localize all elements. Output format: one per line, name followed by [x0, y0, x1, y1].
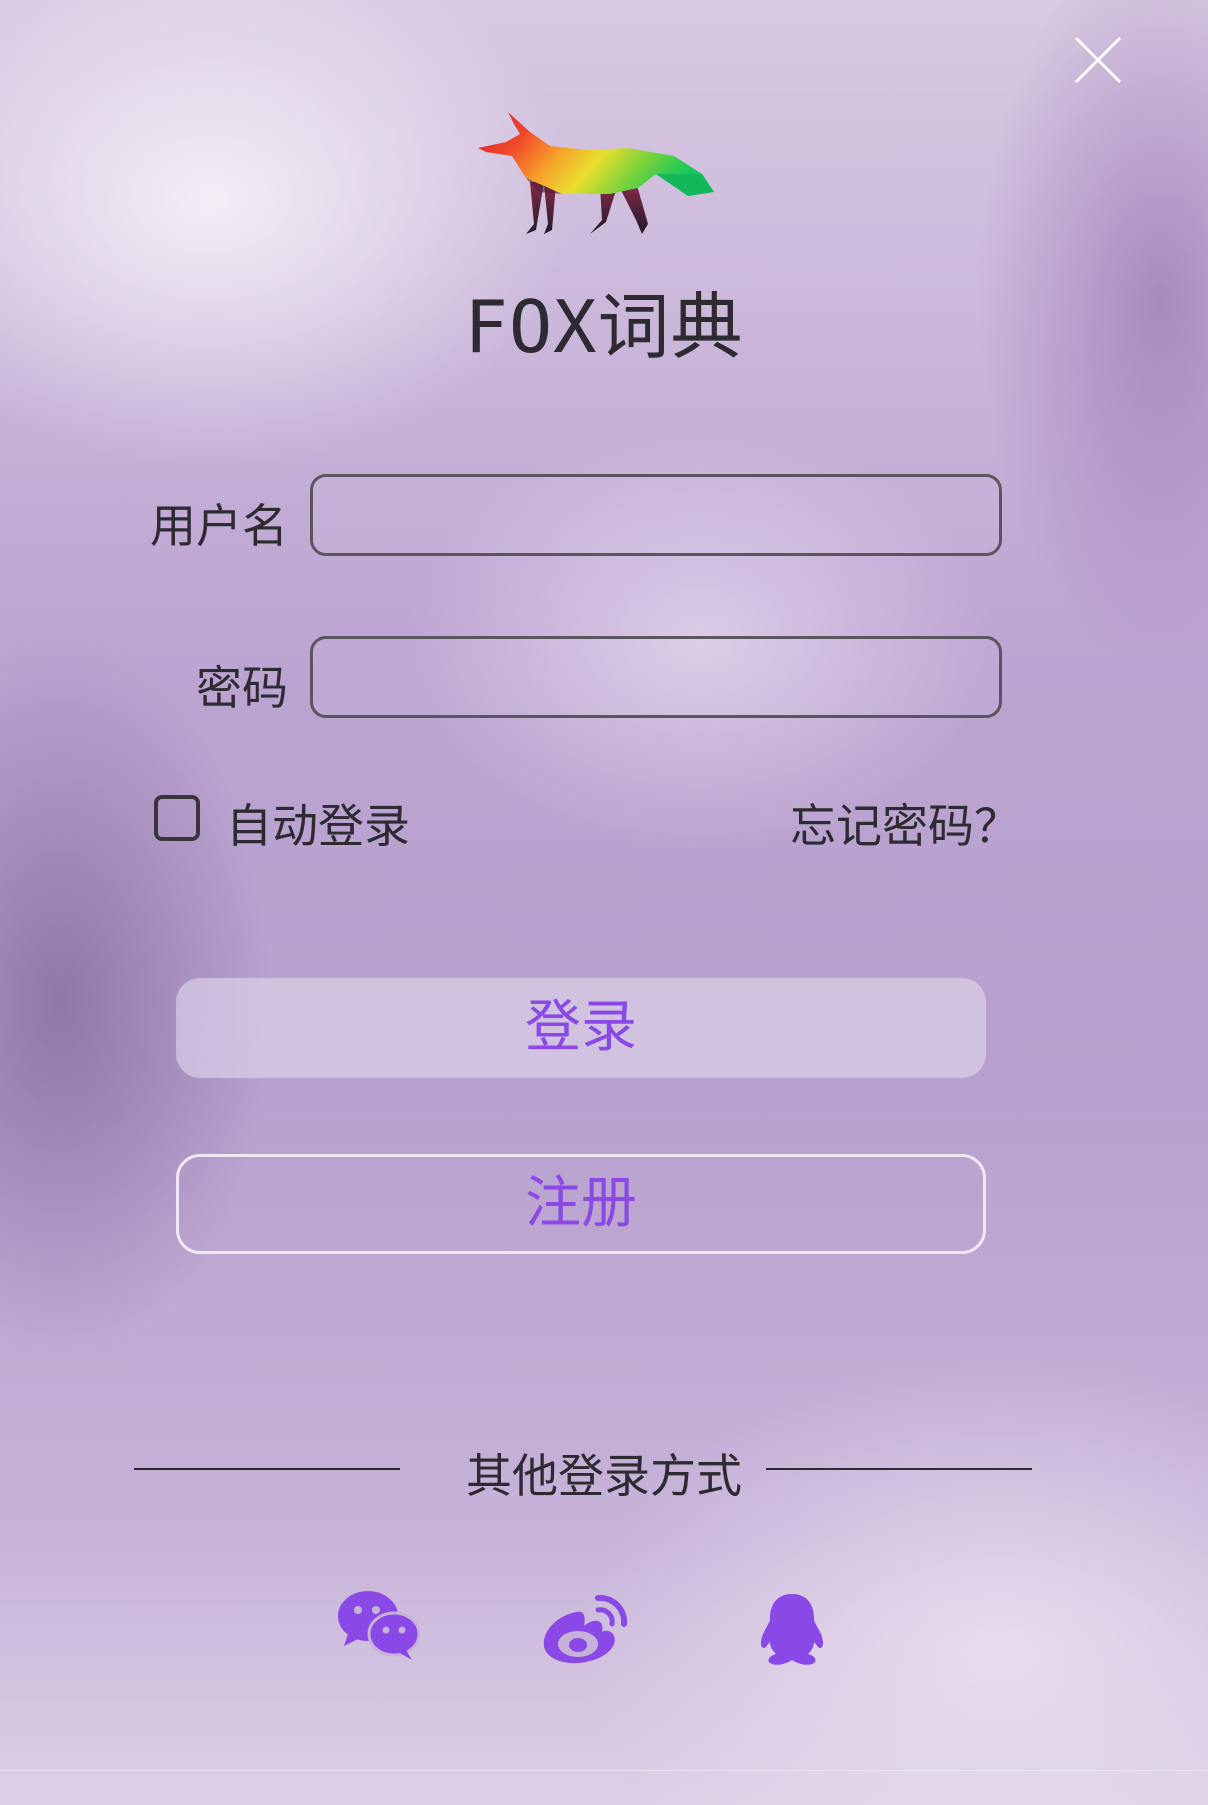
bottom-divider — [0, 1770, 1208, 1771]
other-login-title: 其他登录方式 — [466, 1449, 742, 1503]
auto-login-checkbox[interactable] — [154, 795, 200, 841]
qq-icon[interactable] — [756, 1592, 828, 1666]
register-button[interactable]: 注册 — [176, 1154, 986, 1254]
close-button[interactable] — [1072, 34, 1124, 86]
username-input[interactable] — [310, 474, 1002, 556]
username-label: 用户名 — [150, 499, 288, 553]
app-title: FOX词典 — [464, 285, 744, 369]
fox-logo-icon — [478, 112, 714, 234]
password-label: 密码 — [196, 661, 288, 715]
weibo-icon[interactable] — [540, 1592, 630, 1666]
close-icon — [1074, 36, 1122, 84]
wechat-icon[interactable] — [336, 1588, 420, 1664]
login-button[interactable]: 登录 — [176, 978, 986, 1078]
forgot-password-link[interactable]: 忘记密码？ — [790, 790, 1020, 856]
auto-login-label[interactable]: 自动登录 — [226, 790, 410, 856]
password-input[interactable] — [310, 636, 1002, 718]
divider-right — [766, 1468, 1032, 1470]
